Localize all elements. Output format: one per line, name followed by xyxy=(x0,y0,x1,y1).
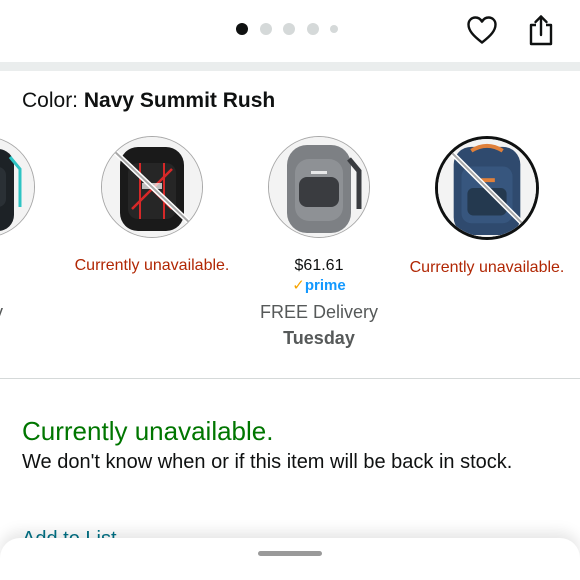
color-variant-selector: 95 e ivery ay Currently unavailable. xyxy=(0,126,580,366)
wishlist-button[interactable] xyxy=(464,12,500,48)
backpack-image xyxy=(102,137,202,237)
delivery-day: Tuesday xyxy=(283,328,355,348)
variant-thumbnail[interactable] xyxy=(0,136,35,238)
delivery-text: ivery xyxy=(0,301,72,323)
backpack-image xyxy=(269,137,369,237)
carousel-dot-5[interactable] xyxy=(330,25,338,33)
share-icon xyxy=(529,15,553,46)
prime-check-icon: ✓ xyxy=(292,277,305,294)
carousel-dot-2[interactable] xyxy=(259,23,272,35)
product-page: Color: Navy Summit Rush 95 e ivery ay xyxy=(0,0,580,580)
variant-swatch-selected[interactable]: Currently unavailable. xyxy=(399,126,575,278)
divider xyxy=(0,378,580,379)
variant-unavailable-text: Currently unavailable. xyxy=(409,259,565,276)
selected-color-name: Navy Summit Rush xyxy=(83,89,276,112)
color-label: Color: Navy Summit Rush xyxy=(22,89,275,113)
availability-status: Currently unavailable. xyxy=(22,416,274,446)
section-separator xyxy=(0,62,580,71)
delivery-day: ay xyxy=(0,327,72,349)
share-button[interactable] xyxy=(523,12,559,48)
delivery-text: FREE Delivery xyxy=(259,302,379,322)
carousel-dot-3[interactable] xyxy=(283,23,295,35)
backpack-image xyxy=(438,139,536,237)
prime-label: prime xyxy=(304,277,346,294)
variant-thumbnail[interactable] xyxy=(435,136,539,240)
top-bar xyxy=(0,0,580,62)
carousel-dot-1[interactable] xyxy=(236,23,248,35)
backpack-image xyxy=(0,137,34,237)
variant-swatch[interactable]: $61.61 ✓prime FREE Delivery Tuesday xyxy=(231,126,407,349)
carousel-indicator[interactable] xyxy=(236,22,350,36)
carousel-dot-4[interactable] xyxy=(306,23,319,35)
variant-thumbnail[interactable] xyxy=(101,136,203,238)
availability-message: We don't know when or if this item will … xyxy=(22,451,513,473)
variant-price: $61.61 xyxy=(294,257,344,274)
sheet-drag-handle[interactable] xyxy=(258,551,322,556)
variant-unavailable-text: Currently unavailable. xyxy=(74,257,230,274)
prime-badge: e xyxy=(0,277,72,295)
prime-badge: ✓prime xyxy=(231,277,407,295)
color-label-prefix: Color: xyxy=(22,89,84,112)
variant-swatch[interactable]: 95 e ivery ay xyxy=(0,126,72,349)
variant-swatch[interactable]: Currently unavailable. xyxy=(64,126,240,276)
variant-thumbnail[interactable] xyxy=(268,136,370,238)
heart-icon xyxy=(467,16,497,44)
variant-price: 95 xyxy=(0,256,72,276)
bottom-sheet[interactable] xyxy=(0,538,580,580)
